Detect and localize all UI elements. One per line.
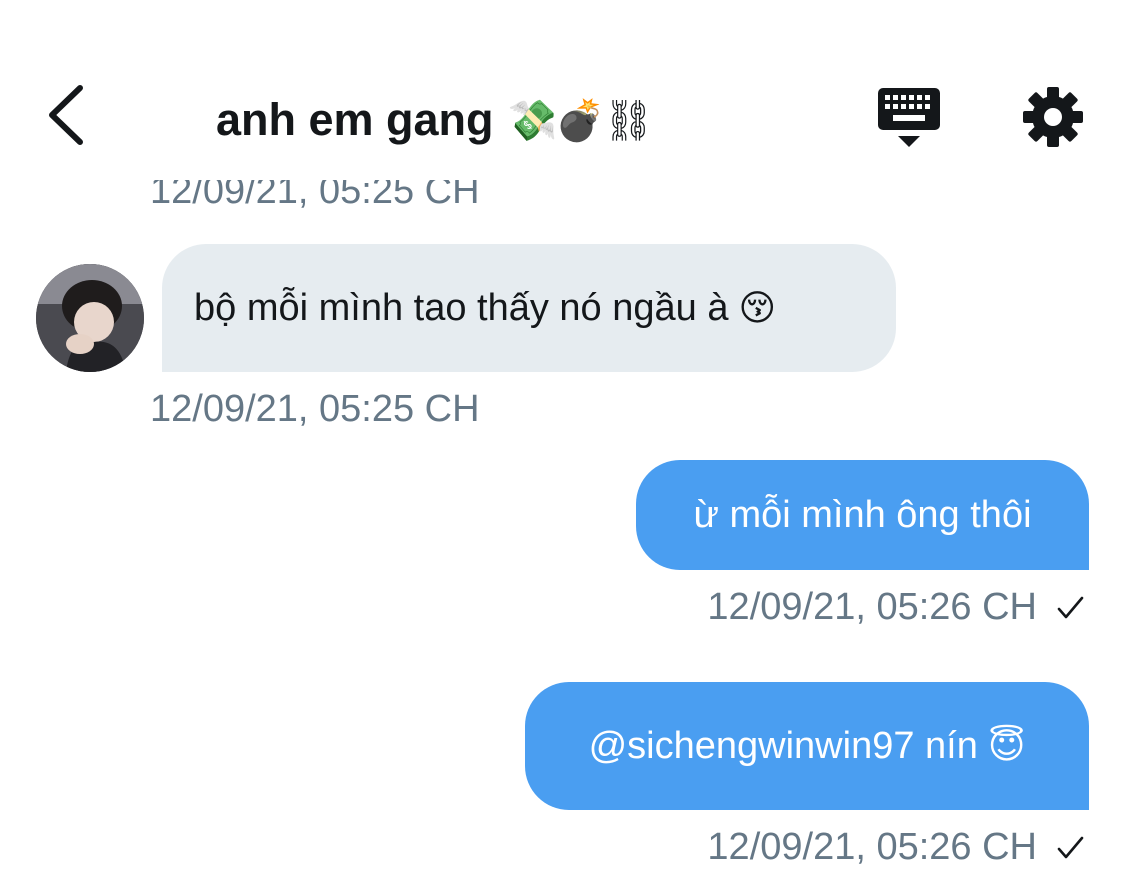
avatar[interactable] [36,264,144,372]
sent-check-icon [1055,593,1085,623]
avatar-image [36,264,144,372]
message-emoji: 😚 [738,287,776,329]
conversation-title-emoji: 💸💣⛓ [507,97,654,144]
message-text: bộ mỗi mình tao thấy nó ngầu à [194,286,729,329]
settings-button[interactable] [1020,84,1086,150]
message-timestamp: 12/09/21, 05:26 CH [707,826,1037,868]
message-timestamp: 12/09/21, 05:26 CH [707,586,1037,628]
conversation-header: anh em gang 💸💣⛓ [0,0,1125,180]
outgoing-message-bubble[interactable]: @sichengwinwin97 nín 😇 [525,682,1089,810]
gear-icon [1023,87,1083,147]
message-emoji: 😇 [987,725,1026,767]
conversation-name: anh em gang [216,94,494,145]
chevron-left-icon [49,85,83,145]
incoming-message-bubble[interactable]: bộ mỗi mình tao thấy nó ngầu à 😚 [162,244,896,372]
sent-check-icon [1055,833,1085,863]
message-text: @sichengwinwin97 nín [588,724,978,767]
message-text: ừ mỗi mình ông thôi [693,493,1032,536]
keyboard-toggle-button[interactable] [876,84,942,150]
message-meta: 12/09/21, 05:26 CH [707,586,1085,629]
message-timestamp: 12/09/21, 05:25 CH [150,388,480,430]
outgoing-message-bubble[interactable]: ừ mỗi mình ông thôi [636,460,1089,570]
keyboard-icon [878,88,940,147]
message-meta: 12/09/21, 05:26 CH [707,826,1085,869]
conversation-title[interactable]: anh em gang 💸💣⛓ [216,88,654,152]
back-button[interactable] [40,80,100,150]
